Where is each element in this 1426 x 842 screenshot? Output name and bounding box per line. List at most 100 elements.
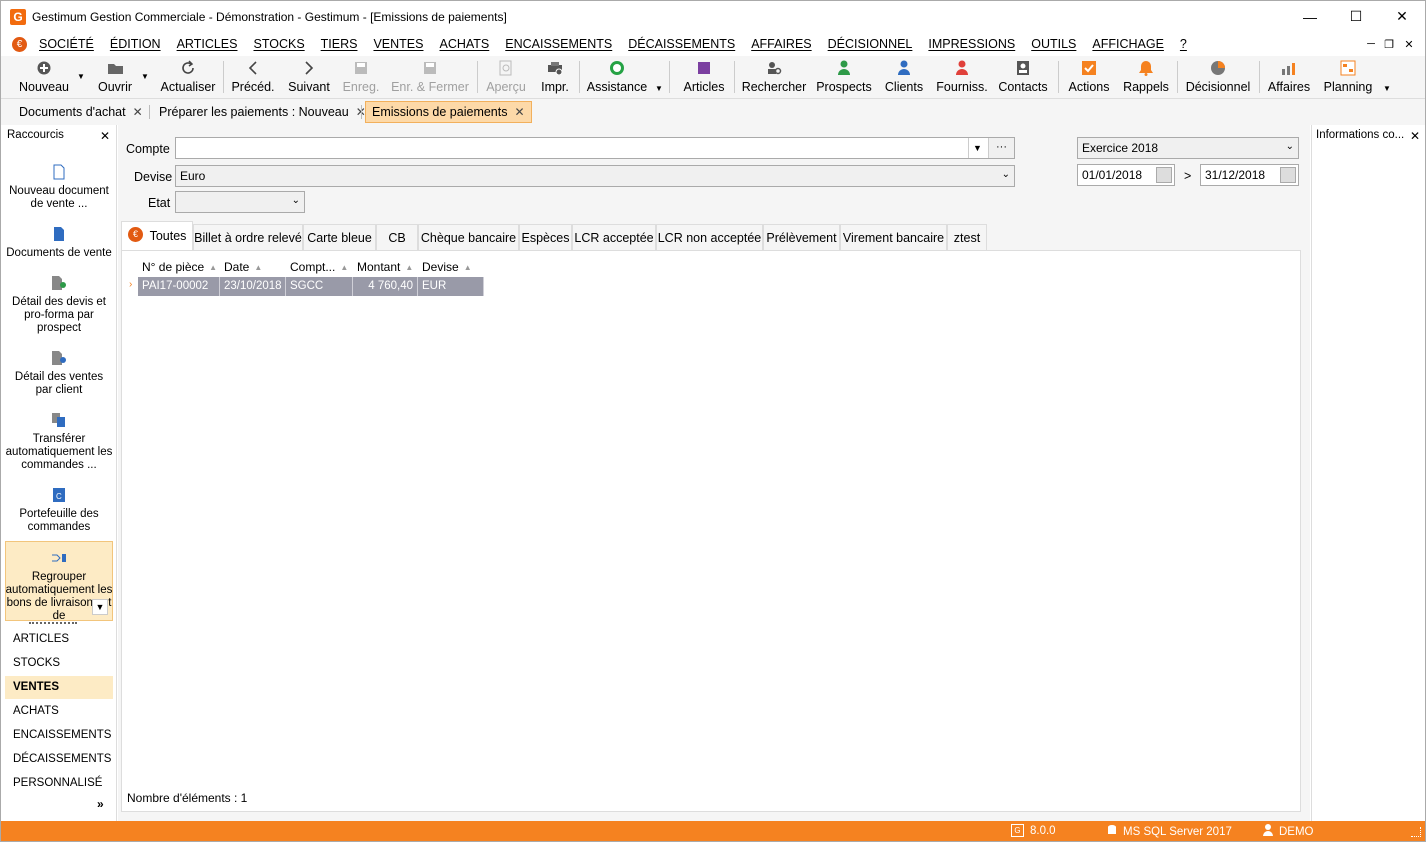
column-header-numero[interactable]: N° de pièce ▲ xyxy=(142,259,217,275)
shortcut-transferer-commandes[interactable]: Transférer automatiquement les commandes… xyxy=(5,411,113,472)
actions-button[interactable]: Actions xyxy=(1065,56,1113,99)
menu-decisionnel[interactable]: DÉCISIONNEL xyxy=(820,37,921,51)
compte-dropdown-icon[interactable]: ▼ xyxy=(968,138,986,158)
preced-button[interactable]: Précéd. xyxy=(231,56,275,99)
toolbar-overflow-icon[interactable]: ▼ xyxy=(655,84,663,93)
category-encaissements[interactable]: ENCAISSEMENTS xyxy=(5,724,113,747)
menu-achats[interactable]: ACHATS xyxy=(431,37,497,51)
close-tab-icon[interactable]: ✕ xyxy=(514,105,524,119)
tab-cheque-bancaire[interactable]: Chèque bancaire xyxy=(418,224,519,250)
close-panel-icon[interactable]: ✕ xyxy=(1410,129,1420,143)
column-header-date[interactable]: Date ▲ xyxy=(224,259,262,275)
minimize-icon[interactable]: — xyxy=(1287,1,1333,32)
planning-button[interactable]: Planning xyxy=(1321,56,1375,99)
menu-edition[interactable]: ÉDITION xyxy=(102,37,169,51)
category-personnalise[interactable]: PERSONNALISÉ xyxy=(5,772,113,795)
splitter-grip[interactable] xyxy=(29,622,77,624)
tab-ztest[interactable]: ztest xyxy=(947,224,987,250)
prospects-button[interactable]: Prospects xyxy=(815,56,873,99)
category-decaissements[interactable]: DÉCAISSEMENTS xyxy=(5,748,113,771)
tab-toutes[interactable]: € Toutes xyxy=(121,221,193,250)
column-header-montant[interactable]: Montant ▲ xyxy=(357,259,413,275)
compte-input[interactable]: ▼ ··· xyxy=(175,137,1015,159)
date-from-input[interactable]: 01/01/2018 xyxy=(1077,164,1175,186)
menu-stocks[interactable]: STOCKS xyxy=(245,37,312,51)
menu-affichage[interactable]: AFFICHAGE xyxy=(1084,37,1172,51)
devise-select[interactable]: Euro ⌄ xyxy=(175,165,1015,187)
tab-lcr-acceptee[interactable]: LCR acceptée xyxy=(572,224,656,250)
tab-billet-ordre[interactable]: Billet à ordre relevé xyxy=(193,224,303,250)
date-to-input[interactable]: 31/12/2018 xyxy=(1200,164,1299,186)
enreg-button[interactable]: Enreg. xyxy=(341,56,381,99)
menu-impressions[interactable]: IMPRESSIONS xyxy=(920,37,1023,51)
clients-button[interactable]: Clients xyxy=(881,56,927,99)
assistance-button[interactable]: Assistance xyxy=(585,56,649,99)
table-cell-date[interactable]: 23/10/2018 xyxy=(220,277,286,296)
close-icon[interactable]: ✕ xyxy=(1379,1,1425,32)
fourniss-button[interactable]: Fourniss. xyxy=(935,56,989,99)
contacts-button[interactable]: Contacts xyxy=(997,56,1049,99)
tab-lcr-non-acceptee[interactable]: LCR non acceptée xyxy=(656,224,763,250)
rechercher-button[interactable]: Rechercher xyxy=(741,56,807,99)
suivant-button[interactable]: Suivant xyxy=(285,56,333,99)
affaires-button[interactable]: Affaires xyxy=(1265,56,1313,99)
shortcut-detail-devis[interactable]: Détail des devis et pro-forma par prospe… xyxy=(5,274,113,335)
rappels-button[interactable]: Rappels xyxy=(1121,56,1171,99)
column-header-compte[interactable]: Compt... ▲ xyxy=(290,259,348,275)
ouvrir-dropdown-icon[interactable]: ▼ xyxy=(141,72,149,81)
calendar-icon[interactable] xyxy=(1156,167,1172,183)
enr-fermer-button[interactable]: Enr. & Fermer xyxy=(389,56,471,99)
nouveau-dropdown-icon[interactable]: ▼ xyxy=(77,72,85,81)
category-articles[interactable]: ARTICLES xyxy=(5,628,113,651)
compte-browse-button[interactable]: ··· xyxy=(988,138,1014,158)
more-categories-icon[interactable]: » xyxy=(97,797,104,811)
close-panel-icon[interactable]: ✕ xyxy=(100,129,110,143)
shortcut-nouveau-document[interactable]: Nouveau document de vente ... xyxy=(5,163,113,211)
calendar-icon[interactable] xyxy=(1280,167,1296,183)
menu-societe[interactable]: SOCIÉTÉ xyxy=(31,37,102,51)
menu-articles[interactable]: ARTICLES xyxy=(169,37,246,51)
table-cell-numero[interactable]: PAI17-00002 xyxy=(138,277,220,296)
table-cell-devise[interactable]: EUR xyxy=(418,277,484,296)
mdi-restore-icon[interactable]: ❐ xyxy=(1381,32,1397,56)
mdi-minimize-icon[interactable]: ─ xyxy=(1363,32,1379,56)
menu-outils[interactable]: OUTILS xyxy=(1023,37,1084,51)
category-stocks[interactable]: STOCKS xyxy=(5,652,113,675)
menu-encaissements[interactable]: ENCAISSEMENTS xyxy=(497,37,620,51)
shortcut-documents-vente[interactable]: Documents de vente xyxy=(5,225,113,260)
actualiser-button[interactable]: Actualiser xyxy=(159,56,217,99)
menu-ventes[interactable]: VENTES xyxy=(365,37,431,51)
apercu-button[interactable]: Aperçu xyxy=(483,56,529,99)
toolbar-overflow-icon[interactable]: ▼ xyxy=(1383,84,1391,93)
etat-select[interactable]: ⌄ xyxy=(175,191,305,213)
decisionnel-button[interactable]: Décisionnel xyxy=(1183,56,1253,99)
tab-documents-achat[interactable]: Documents d'achat ✕ xyxy=(13,101,149,123)
tab-carte-bleue[interactable]: Carte bleue xyxy=(303,224,376,250)
table-cell-compte[interactable]: SGCC xyxy=(286,277,353,296)
category-ventes[interactable]: VENTES xyxy=(5,676,113,699)
menu-tiers[interactable]: TIERS xyxy=(313,37,366,51)
menu-affaires[interactable]: AFFAIRES xyxy=(743,37,819,51)
scroll-down-icon[interactable]: ▼ xyxy=(92,599,108,615)
tab-especes[interactable]: Espèces xyxy=(519,224,572,250)
tab-prelevement[interactable]: Prélèvement xyxy=(763,224,840,250)
tab-preparer-paiements[interactable]: Préparer les paiements : Nouveau✕ xyxy=(153,101,372,123)
menu-decaissements[interactable]: DÉCAISSEMENTS xyxy=(620,37,743,51)
resize-grip-icon[interactable] xyxy=(1411,827,1421,837)
menu-help[interactable]: ? xyxy=(1172,37,1195,51)
nouveau-button[interactable]: Nouveau xyxy=(17,56,71,99)
impr-button[interactable]: Impr. xyxy=(537,56,573,99)
tab-cb[interactable]: CB xyxy=(376,224,418,250)
tab-emissions-paiements[interactable]: Emissions de paiements ✕ xyxy=(365,101,532,123)
column-header-devise[interactable]: Devise ▲ xyxy=(422,259,472,275)
category-achats[interactable]: ACHATS xyxy=(5,700,113,723)
maximize-icon[interactable]: ☐ xyxy=(1333,1,1379,32)
articles-button[interactable]: Articles xyxy=(681,56,727,99)
shortcut-detail-ventes[interactable]: Détail des ventes par client xyxy=(5,349,113,397)
shortcut-portefeuille-commandes[interactable]: C Portefeuille des commandes xyxy=(5,486,113,534)
close-tab-icon[interactable]: ✕ xyxy=(133,105,143,119)
tab-virement-bancaire[interactable]: Virement bancaire xyxy=(840,224,947,250)
ouvrir-button[interactable]: Ouvrir xyxy=(95,56,135,99)
mdi-close-icon[interactable]: ✕ xyxy=(1401,32,1417,56)
table-cell-montant[interactable]: 4 760,40 xyxy=(353,277,418,296)
